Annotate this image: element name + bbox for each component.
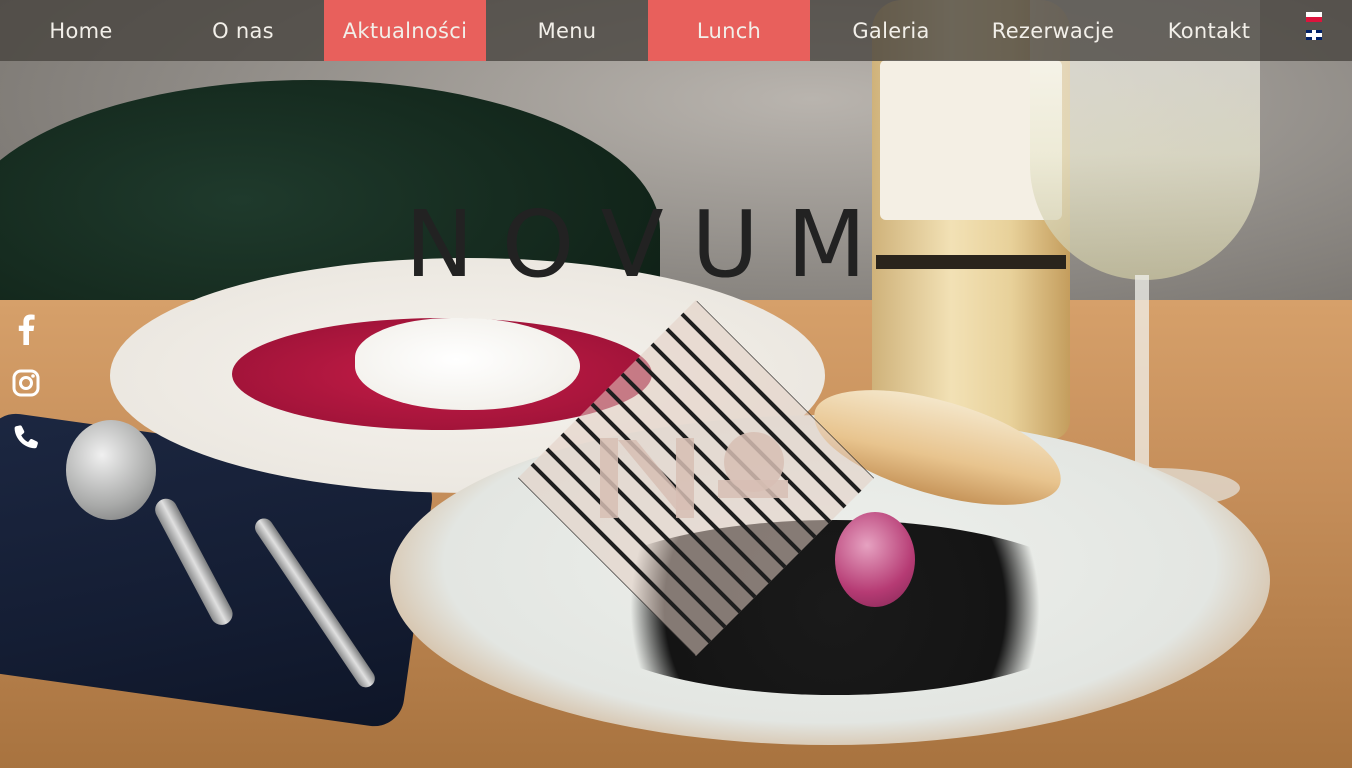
striped-diamond-emblem-icon bbox=[518, 300, 874, 656]
nav-item-home[interactable]: Home bbox=[0, 0, 162, 61]
brand-logo[interactable]: NOVUM bbox=[405, 205, 945, 285]
nav-item-aktualnosci[interactable]: Aktualności bbox=[324, 0, 486, 61]
nav-item-menu[interactable]: Menu bbox=[486, 0, 648, 61]
logo-wordmark: NOVUM bbox=[405, 205, 895, 285]
nav-item-label: Home bbox=[49, 18, 113, 43]
wine-glass-stem bbox=[1135, 275, 1149, 475]
main-nav: Home O nas Aktualności Menu Lunch Galeri… bbox=[0, 0, 1352, 61]
nav-item-label: O nas bbox=[212, 18, 274, 43]
nav-item-label: Rezerwacje bbox=[991, 18, 1115, 43]
language-switcher bbox=[1306, 12, 1322, 46]
nav-item-galeria[interactable]: Galeria bbox=[810, 0, 972, 61]
instagram-icon[interactable] bbox=[10, 366, 42, 400]
nav-item-rezerwacje[interactable]: Rezerwacje bbox=[972, 0, 1134, 61]
phone-icon[interactable] bbox=[10, 420, 42, 454]
nav-item-label: Galeria bbox=[852, 18, 930, 43]
nav-item-label: Menu bbox=[537, 18, 597, 43]
nav-item-label: Aktualności bbox=[342, 18, 468, 43]
page: Home O nas Aktualności Menu Lunch Galeri… bbox=[0, 0, 1352, 768]
facebook-icon[interactable] bbox=[10, 312, 42, 346]
social-links bbox=[10, 312, 42, 454]
uk-flag-icon[interactable] bbox=[1306, 30, 1322, 40]
spoon bbox=[66, 420, 156, 520]
nav-item-label: Kontakt bbox=[1167, 18, 1251, 43]
poland-flag-icon[interactable] bbox=[1306, 12, 1322, 22]
nav-item-lunch[interactable]: Lunch bbox=[648, 0, 810, 61]
nav-item-label: Lunch bbox=[696, 18, 762, 43]
nav-item-kontakt[interactable]: Kontakt bbox=[1134, 0, 1284, 61]
nav-item-o-nas[interactable]: O nas bbox=[162, 0, 324, 61]
